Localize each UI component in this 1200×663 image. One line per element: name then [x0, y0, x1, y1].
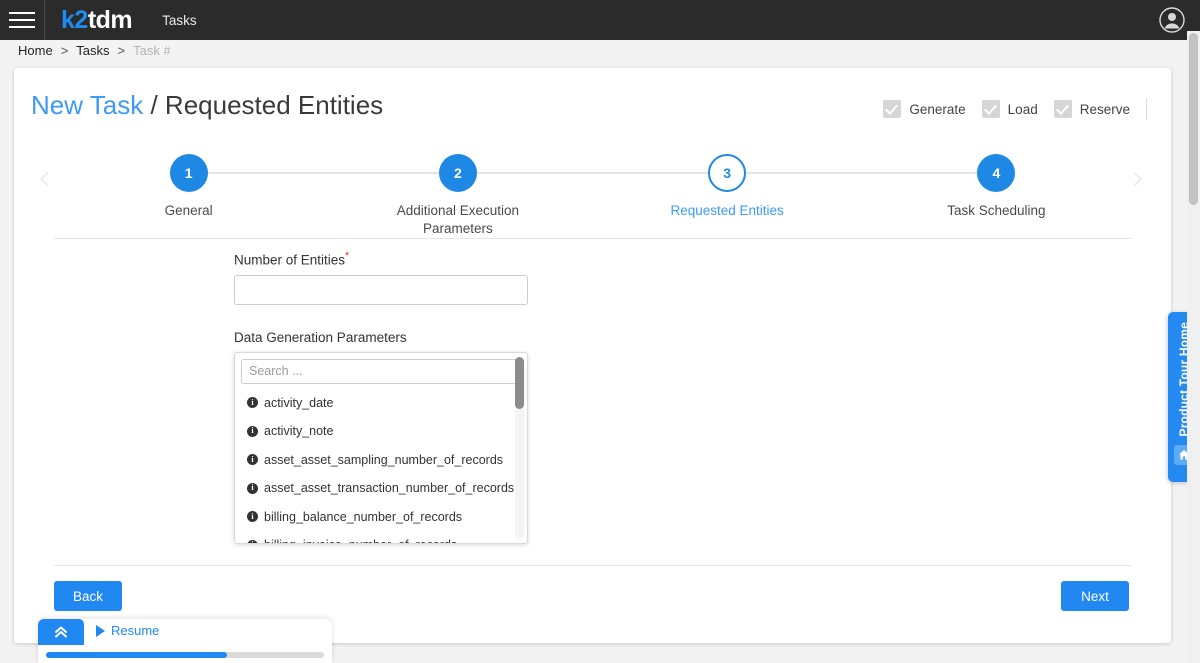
- page-title-rest: / Requested Entities: [150, 90, 384, 120]
- wizard-stepper: 1 General 2 Additional Execution Paramet…: [14, 154, 1171, 264]
- step-connector-line: [457, 172, 728, 174]
- list-item[interactable]: i activity_note: [235, 417, 527, 446]
- info-icon[interactable]: i: [247, 425, 258, 437]
- step-label: Task Scheduling: [947, 203, 1046, 218]
- dropdown-scrollbar-track[interactable]: [515, 356, 524, 539]
- breadcrumb-item-tasks[interactable]: Tasks: [76, 43, 109, 58]
- app-logo[interactable]: k2 tdm: [61, 5, 133, 34]
- step-connector-line: [727, 172, 997, 174]
- list-item[interactable]: i asset_asset_sampling_number_of_records: [235, 446, 527, 475]
- flag-generate-label: Generate: [909, 101, 966, 117]
- divider-bottom: [54, 565, 1131, 566]
- breadcrumb-separator: >: [117, 43, 126, 58]
- back-button[interactable]: Back: [54, 581, 122, 611]
- info-icon[interactable]: i: [247, 397, 258, 409]
- mode-flags-group: Generate Load Reserve: [867, 98, 1147, 120]
- step-number: 4: [977, 154, 1016, 192]
- step-task-scheduling[interactable]: 4 Task Scheduling: [862, 154, 1131, 238]
- data-generation-parameters-label: Data Generation Parameters: [234, 329, 407, 345]
- list-item[interactable]: i asset_asset_transaction_number_of_reco…: [235, 474, 527, 503]
- play-icon: [96, 624, 105, 637]
- flag-reserve-label: Reserve: [1079, 101, 1130, 117]
- reserve-checkbox: [1053, 100, 1072, 118]
- step-number: 1: [169, 154, 208, 192]
- resume-widget: Resume: [38, 619, 332, 663]
- page-scrollbar-track[interactable]: [1187, 31, 1200, 663]
- list-item-label: asset_asset_sampling_number_of_records: [264, 452, 504, 467]
- generate-checkbox: [883, 100, 902, 118]
- next-button[interactable]: Next: [1061, 581, 1129, 611]
- flag-reserve: Reserve: [1053, 100, 1130, 118]
- topbar-section-tasks[interactable]: Tasks: [162, 13, 197, 28]
- info-icon[interactable]: i: [247, 482, 258, 494]
- step-label: Requested Entities: [670, 203, 784, 218]
- load-checkbox: [981, 100, 1000, 118]
- parameters-list: i activity_date i activity_note i asset_…: [235, 389, 527, 543]
- breadcrumb-item-task: Task #: [133, 43, 171, 58]
- list-item[interactable]: i billing_invoice_number_of_records: [235, 531, 527, 543]
- hamburger-bar: [9, 12, 35, 14]
- step-label: Additional Execution Parameters: [396, 203, 520, 236]
- page-title-accent[interactable]: New Task: [31, 90, 143, 120]
- info-icon[interactable]: i: [247, 454, 258, 466]
- mode-flags-divider: [1146, 98, 1147, 120]
- breadcrumb-separator: >: [60, 43, 69, 58]
- search-input[interactable]: [241, 358, 521, 384]
- step-additional-execution-parameters[interactable]: 2 Additional Execution Parameters: [323, 154, 728, 238]
- list-item-label: billing_invoice_number_of_records: [264, 538, 457, 542]
- chevron-double-up-icon[interactable]: [38, 619, 84, 645]
- info-icon[interactable]: i: [247, 539, 258, 543]
- number-of-entities-label-text: Number of Entities: [234, 252, 346, 268]
- flag-load: Load: [981, 100, 1038, 118]
- page-title: New Task / Requested Entities: [31, 90, 383, 121]
- logo-text-k2: k2: [61, 5, 88, 34]
- parameters-dropdown-panel: i activity_date i activity_note i asset_…: [234, 351, 528, 544]
- list-item-label: activity_note: [264, 424, 334, 439]
- step-requested-entities[interactable]: 3 Requested Entities: [593, 154, 997, 238]
- topbar-divider: [44, 0, 45, 40]
- step-general[interactable]: 1 General: [54, 154, 458, 238]
- list-item[interactable]: i activity_date: [235, 389, 527, 418]
- top-app-bar: k2 tdm Tasks: [0, 0, 1200, 40]
- hamburger-menu-icon[interactable]: [4, 0, 40, 40]
- page-scrollbar-thumb[interactable]: [1189, 33, 1198, 205]
- flag-load-label: Load: [1007, 101, 1038, 117]
- resume-label-text: Resume: [111, 623, 160, 638]
- main-content-card: New Task / Requested Entities Generate L…: [14, 68, 1171, 643]
- breadcrumb-item-home[interactable]: Home: [18, 43, 53, 58]
- breadcrumb: Home > Tasks > Task #: [0, 40, 1200, 61]
- logo-text-tdm: tdm: [87, 5, 133, 34]
- list-item[interactable]: i billing_balance_number_of_records: [235, 503, 527, 532]
- step-number: 3: [708, 154, 747, 192]
- stepper-steps: 1 General 2 Additional Execution Paramet…: [54, 154, 1131, 238]
- step-number: 2: [438, 154, 477, 192]
- form-area: Number of Entities* Data Generation Para…: [234, 250, 528, 544]
- list-item-label: billing_balance_number_of_records: [264, 509, 463, 524]
- list-item-label: asset_asset_transaction_number_of_record…: [264, 481, 515, 496]
- step-label: General: [164, 203, 213, 218]
- resume-progress-fill: [46, 652, 227, 658]
- number-of-entities-label: Number of Entities*: [234, 250, 528, 268]
- divider-top: [54, 238, 1131, 239]
- number-of-entities-input[interactable]: [234, 274, 528, 305]
- hamburger-bar: [9, 26, 35, 28]
- required-asterisk: *: [345, 250, 350, 262]
- list-item-label: activity_date: [264, 395, 334, 410]
- resume-progress-track: [46, 652, 324, 658]
- step-connector-line: [188, 172, 458, 174]
- user-avatar-icon[interactable]: [1158, 6, 1186, 34]
- flag-generate: Generate: [883, 100, 966, 118]
- dropdown-search-wrap: [235, 353, 527, 386]
- hamburger-bar: [9, 19, 35, 21]
- resume-button[interactable]: Resume: [96, 623, 159, 638]
- info-icon[interactable]: i: [247, 511, 258, 523]
- dropdown-scrollbar-thumb[interactable]: [515, 356, 524, 409]
